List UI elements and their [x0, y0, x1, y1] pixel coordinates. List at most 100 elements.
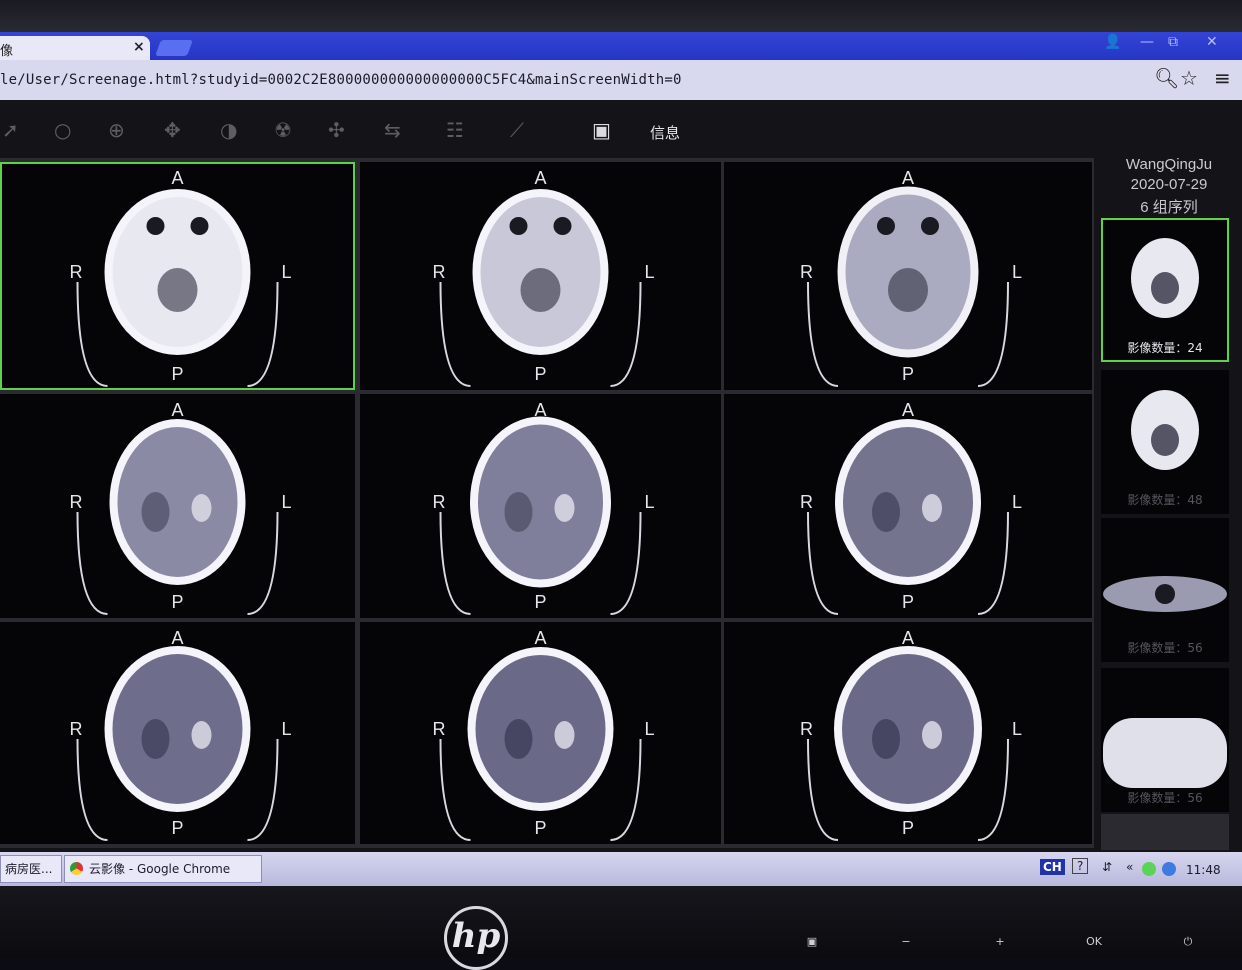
ct-slice-viewport[interactable]: A P R L	[0, 162, 355, 390]
orientation-anterior: A	[902, 168, 915, 188]
ct-slice-viewport[interactable]: A P R L	[360, 622, 721, 844]
viewer-app: ➚ ○ ⊕ ✥ ◑ ☢ ✣ ⇆ ☷ ⟋ ▣ 信息 A P R L A P R L…	[0, 100, 1242, 852]
orientation-right: R	[69, 492, 83, 512]
adjust-icon[interactable]: ☷	[446, 118, 464, 142]
series-image-count: 影像数量：56	[1127, 641, 1203, 655]
profile-icon[interactable]: 👤	[1104, 34, 1121, 50]
task-ward-doctor[interactable]: 病房医...	[0, 855, 62, 883]
orientation-left: L	[281, 262, 292, 282]
measure-icon[interactable]: ⟋	[510, 118, 524, 142]
ct-slice-image	[807, 419, 1009, 615]
restore-icon[interactable]: ⧉	[1168, 34, 1178, 50]
ct-slice-viewport[interactable]: A P R L	[360, 162, 721, 390]
ct-slice-viewport[interactable]: A P R L	[0, 622, 355, 844]
menu-icon[interactable]: ≡	[1214, 66, 1231, 90]
orientation-anterior: A	[534, 168, 547, 188]
ct-slice-viewport[interactable]: A P R L	[724, 162, 1092, 390]
ct-slice-image	[76, 189, 279, 387]
taskbar: 病房医... 云影像 - Google Chrome CH ? ⇵ « 11:4…	[0, 852, 1242, 886]
orientation-right: R	[69, 719, 83, 739]
orientation-posterior: P	[171, 592, 184, 612]
close-window-icon[interactable]: ✕	[1206, 34, 1218, 50]
series-thumbnail[interactable]: 影像数量：48	[1101, 370, 1229, 514]
series-thumbnail[interactable]: 影像数量：24	[1101, 218, 1229, 362]
orientation-left: L	[281, 719, 292, 739]
orientation-posterior: P	[534, 818, 547, 838]
ct-slice-image	[76, 646, 279, 841]
ct-slice-viewport[interactable]: A P R L	[360, 394, 721, 618]
tray-app-icon[interactable]	[1142, 862, 1156, 876]
monitor-bezel-top	[0, 0, 1242, 32]
viewer-toolbar: ➚ ○ ⊕ ✥ ◑ ☢ ✣ ⇆ ☷ ⟋ ▣ 信息	[0, 100, 1100, 156]
zoom-page-icon[interactable]: 🔍︎	[1154, 66, 1179, 90]
minimize-icon[interactable]: —	[1140, 34, 1154, 50]
task-chrome[interactable]: 云影像 - Google Chrome	[64, 855, 262, 883]
help-icon[interactable]: ?	[1072, 858, 1089, 874]
ct-slice-viewport[interactable]: A P R L	[724, 394, 1092, 618]
clock: 11:48	[1186, 863, 1221, 877]
orientation-posterior: P	[534, 364, 547, 384]
orientation-left: L	[1012, 719, 1023, 739]
new-tab-button[interactable]	[155, 40, 193, 56]
move-icon[interactable]: ✣	[328, 118, 345, 142]
orientation-left: L	[1012, 492, 1023, 512]
orientation-posterior: P	[171, 818, 184, 838]
ct-slice-image	[439, 189, 642, 387]
browser-tab[interactable]: 像 ×	[0, 36, 150, 60]
ct-slice-image	[76, 419, 279, 615]
pan-icon[interactable]: ✥	[164, 118, 181, 142]
series-image-count: 影像数量：56	[1127, 791, 1203, 805]
orientation-left: L	[1012, 262, 1023, 282]
monitor-power-button[interactable]: ⏻	[1176, 935, 1200, 949]
orientation-anterior: A	[171, 400, 184, 420]
monitor-input-button[interactable]: ▣	[800, 935, 824, 949]
orientation-right: R	[800, 492, 813, 512]
orientation-right: R	[432, 262, 446, 282]
orientation-posterior: P	[534, 592, 547, 612]
series-thumbnail[interactable]	[1101, 814, 1229, 850]
tab-close-icon[interactable]: ×	[133, 39, 145, 55]
monitor-plus-button[interactable]: +	[988, 935, 1012, 949]
info-button[interactable]: 信息	[650, 122, 680, 143]
task-chrome-label: 云影像 - Google Chrome	[89, 862, 231, 876]
window-level-icon[interactable]: ◑	[220, 118, 237, 142]
patient-name: WangQingJu	[1125, 156, 1213, 173]
orientation-right: R	[69, 262, 83, 282]
orientation-posterior: P	[902, 592, 915, 612]
save-icon[interactable]: ▣	[592, 118, 611, 142]
orientation-anterior: A	[534, 400, 547, 420]
flip-icon[interactable]: ⇆	[384, 118, 401, 142]
monitor-ok-button[interactable]: OK	[1082, 935, 1106, 949]
orientation-anterior: A	[171, 628, 184, 648]
series-thumbnail[interactable]: 影像数量：56	[1101, 518, 1229, 662]
zoom-icon[interactable]: ○	[54, 118, 71, 142]
address-bar: le/User/Screenage.html?studyid=0002C2E80…	[0, 60, 1242, 101]
orientation-left: L	[644, 492, 655, 512]
ct-slice-viewport[interactable]: A P R L	[0, 394, 355, 618]
orientation-left: L	[644, 719, 655, 739]
series-image-count: 影像数量：48	[1127, 493, 1203, 507]
ct-slice-image	[807, 646, 1009, 841]
ime-indicator[interactable]: CH	[1040, 859, 1065, 875]
ct-slice-image	[439, 647, 642, 841]
ct-slice-image	[807, 186, 1009, 387]
pointer-icon[interactable]: ➚	[2, 118, 19, 142]
orientation-anterior: A	[534, 628, 547, 648]
ct-slice-image	[439, 416, 642, 615]
orientation-posterior: P	[902, 818, 915, 838]
radiation-icon[interactable]: ☢	[274, 118, 292, 142]
ct-slice-viewport[interactable]: A P R L	[724, 622, 1092, 844]
tray-app-icon-2[interactable]	[1162, 862, 1176, 876]
orientation-right: R	[800, 262, 813, 282]
orientation-right: R	[432, 492, 446, 512]
orientation-right: R	[800, 719, 813, 739]
hp-logo: hp	[444, 906, 508, 970]
tray-expand-icon[interactable]: «	[1126, 860, 1133, 874]
network-icon[interactable]: ⇵	[1102, 860, 1112, 874]
magnify-icon[interactable]: ⊕	[108, 118, 125, 142]
series-thumbnail[interactable]: 影像数量：56	[1101, 668, 1229, 812]
url-field[interactable]: le/User/Screenage.html?studyid=0002C2E80…	[0, 72, 682, 88]
monitor-minus-button[interactable]: −	[894, 935, 918, 949]
orientation-posterior: P	[902, 364, 915, 384]
bookmark-star-icon[interactable]: ☆	[1180, 66, 1198, 90]
